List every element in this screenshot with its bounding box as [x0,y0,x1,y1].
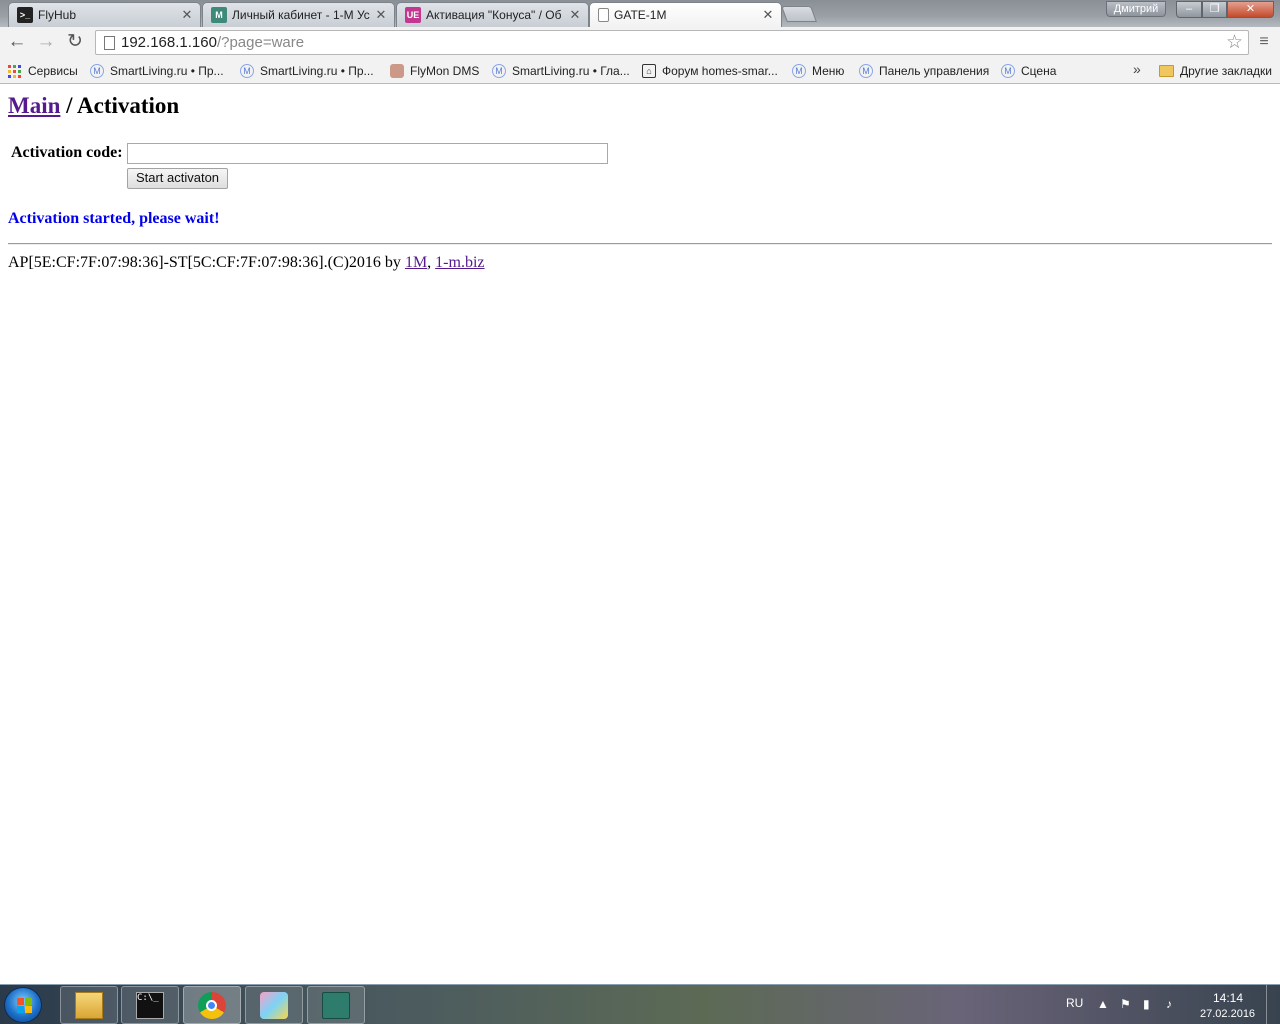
page-content: Main / Activation Activation code: Start… [0,85,1280,985]
footer-separator: , [427,254,436,271]
close-tab-icon[interactable]: ✕ [761,7,775,23]
language-indicator[interactable]: RU [1066,996,1083,1010]
bookmark-smartliving-1[interactable]: M SmartLiving.ru • Пр... [90,62,224,80]
close-window-button[interactable]: ✕ [1227,1,1274,18]
main-link[interactable]: Main [8,93,60,118]
close-tab-icon[interactable]: ✕ [374,7,388,23]
activation-code-label: Activation code: [11,144,123,161]
taskbar-app[interactable] [245,986,303,1024]
tab-gate-1m[interactable]: GATE-1M ✕ [589,2,782,27]
tab-flyhub[interactable]: >_ FlyHub ✕ [8,2,201,27]
folder-icon [1159,65,1174,77]
taskbar-1m-app[interactable] [307,986,365,1024]
url-text[interactable]: 192.168.1.160/?page=ware [121,34,304,51]
clock-date[interactable]: 27.02.2016 [1200,1008,1255,1020]
horizontal-rule [8,243,1272,245]
terminal-icon: >_ [17,7,33,23]
tab-activation-konus[interactable]: UE Активация "Конуса" / Об ✕ [396,2,589,27]
forward-arrow-icon[interactable]: → [35,31,57,53]
status-message: Activation started, please wait! [8,210,220,227]
bookmarks-bar: Сервисы M SmartLiving.ru • Пр... M SmartLi… [0,58,1280,84]
maximize-button[interactable]: ❐ [1202,1,1227,18]
bookmark-control-panel[interactable]: M Панель управления [859,62,989,80]
taskbar-terminal[interactable]: C:\_ [121,986,179,1024]
chrome-icon [198,992,226,1019]
reload-icon[interactable]: ↻ [64,31,86,53]
apps-grid-icon [8,64,21,78]
page-icon [598,8,609,22]
smartliving-icon: M [240,64,254,78]
network-signal-icon[interactable]: ▮ [1143,997,1150,1011]
taskbar: C:\_ RU ▲ ⚑ ▮ ♪ 14:14 27.02.2016 [0,984,1280,1024]
folder-icon [75,992,103,1019]
tab-title: FlyHub [38,8,77,22]
address-bar[interactable]: 192.168.1.160/?page=ware ☆ [95,30,1249,55]
volume-icon[interactable]: ♪ [1166,997,1172,1011]
breadcrumb-separator: / [60,93,78,118]
menu-icon[interactable]: ≡ [1253,31,1275,53]
browser-toolbar: ← → ↻ 192.168.1.160/?page=ware ☆ ≡ [0,27,1280,58]
activation-code-input[interactable] [127,143,608,164]
smartliving-icon: M [90,64,104,78]
tab-title: Активация "Конуса" / Об [426,8,562,22]
smartliving-icon: M [792,64,806,78]
flymon-avatar-icon [390,64,404,78]
smartliving-icon: M [492,64,506,78]
show-desktop-button[interactable] [1266,985,1280,1024]
ue-logo-icon: UE [405,7,421,23]
bookmark-scene[interactable]: M Сцена [1001,62,1056,80]
taskbar-chrome[interactable] [183,986,241,1024]
bookmark-smartliving-2[interactable]: M SmartLiving.ru • Пр... [240,62,374,80]
start-button[interactable] [4,987,42,1023]
close-tab-icon[interactable]: ✕ [180,7,194,23]
1m-logo-icon: M [211,7,227,23]
close-tab-icon[interactable]: ✕ [568,7,582,23]
1m-logo-icon [322,992,350,1019]
start-activation-button[interactable]: Start activaton [127,168,228,189]
new-tab-button[interactable] [781,6,817,22]
house-icon: ⌂ [642,64,656,78]
smartliving-icon: M [1001,64,1015,78]
page-heading: Main / Activation [8,93,179,119]
tray-expand-icon[interactable]: ▲ [1097,997,1109,1011]
profile-button[interactable]: Дмитрий [1106,1,1166,17]
bookmark-other-folder[interactable]: Другие закладки [1159,62,1272,80]
tab-title: GATE-1M [614,8,667,22]
minimize-button[interactable]: – [1176,1,1202,18]
footer-mac-info: AP[5E:CF:7F:07:98:36]-ST[5C:CF:7F:07:98:… [8,254,405,271]
bookmark-star-icon[interactable]: ☆ [1226,31,1243,54]
bookmark-menu[interactable]: M Меню [792,62,844,80]
bookmark-flymon[interactable]: FlyMon DMS [390,62,479,80]
action-center-flag-icon[interactable]: ⚑ [1120,997,1131,1011]
app-icon [260,992,288,1019]
tab-personal-cabinet[interactable]: M Личный кабинет - 1-М Ус ✕ [202,2,395,27]
page-title: Activation [77,93,180,118]
clock-time[interactable]: 14:14 [1213,991,1243,1005]
bookmark-homes-forum[interactable]: ⌂ Форум homes-smar... [642,62,778,80]
footer-link-site[interactable]: 1-m.biz [435,254,484,271]
footer: AP[5E:CF:7F:07:98:36]-ST[5C:CF:7F:07:98:… [8,254,485,272]
bookmark-services[interactable]: Сервисы [8,62,78,80]
back-arrow-icon[interactable]: ← [6,31,28,53]
bookmarks-overflow-button[interactable]: » [1133,61,1141,77]
browser-tab-strip: >_ FlyHub ✕ M Личный кабинет - 1-М Ус ✕ … [0,0,1280,27]
bookmark-smartliving-3[interactable]: M SmartLiving.ru • Гла... [492,62,630,80]
tab-title: Личный кабинет - 1-М Ус [232,8,370,22]
smartliving-icon: M [859,64,873,78]
footer-link-1m[interactable]: 1M [405,254,427,271]
taskbar-explorer[interactable] [60,986,118,1024]
page-icon [104,36,115,50]
terminal-icon: C:\_ [136,992,164,1019]
